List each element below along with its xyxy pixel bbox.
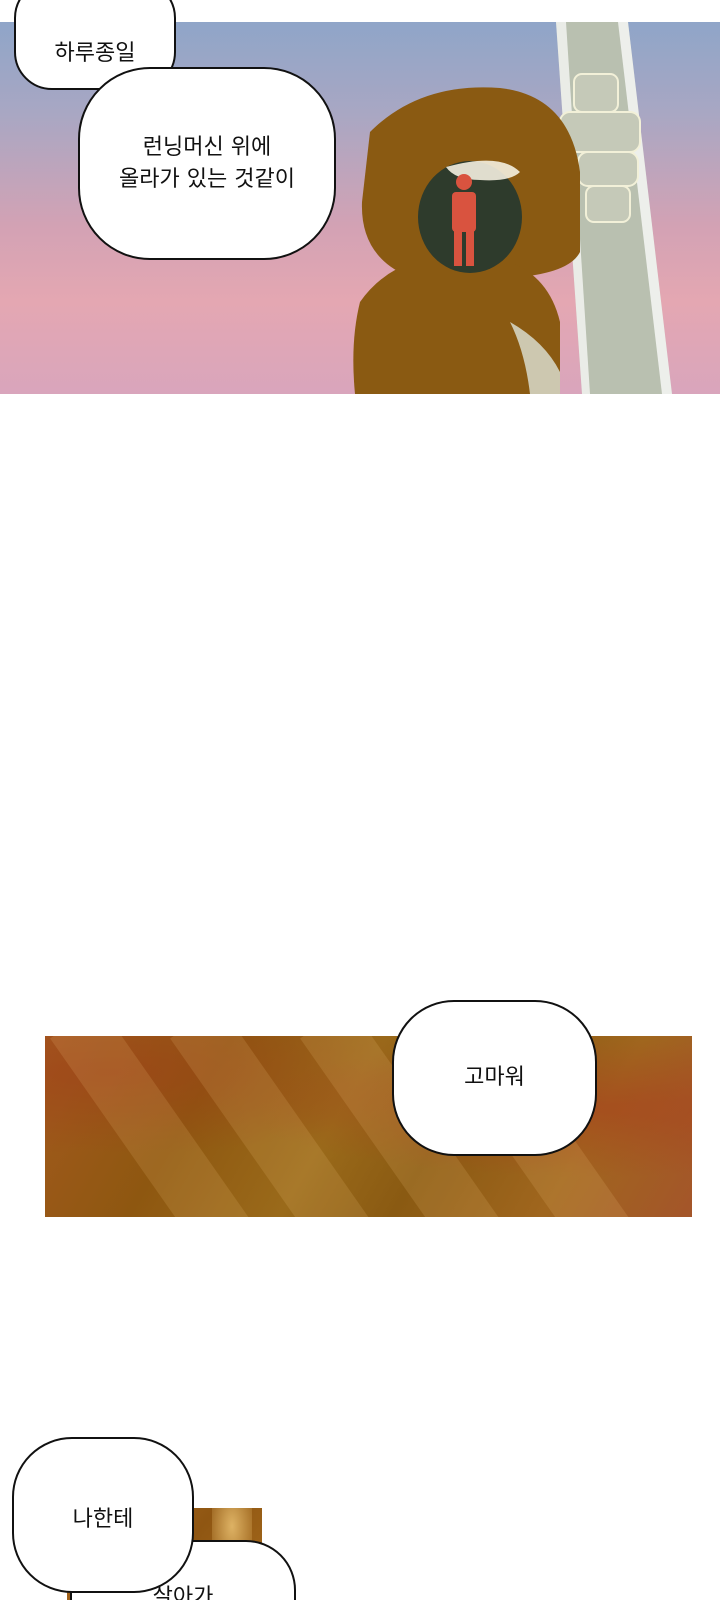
bubble-text: 런닝머신 위에 올라가 있는 것같이: [119, 134, 295, 192]
bubble-text: 고마워: [464, 1065, 525, 1090]
bubble-text: 하루종일: [54, 41, 136, 66]
speech-bubble-thanks: 고마워: [392, 1000, 597, 1156]
speech-bubble-to-me: 나한테: [12, 1437, 194, 1593]
speech-bubble-treadmill: 런닝머신 위에 올라가 있는 것같이: [78, 67, 336, 260]
bubble-text: 나한테: [72, 1507, 134, 1532]
